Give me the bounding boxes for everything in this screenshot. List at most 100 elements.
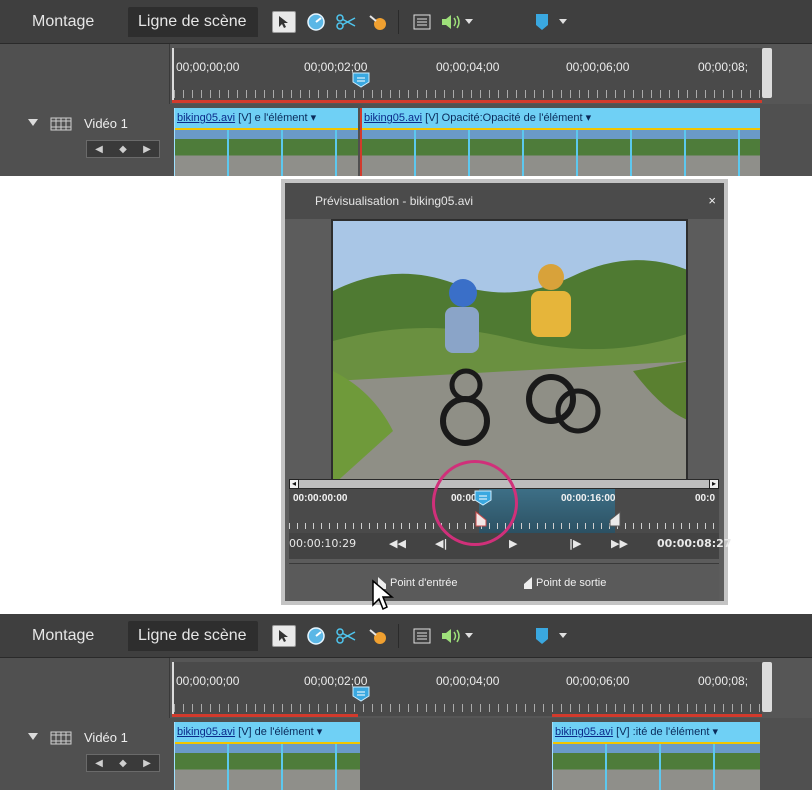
ruler-header-spacer xyxy=(0,658,170,718)
collapse-track-icon[interactable] xyxy=(28,733,38,741)
current-time: 00:00:10:29 xyxy=(289,537,357,550)
clip-filename[interactable]: biking05.avi xyxy=(177,726,235,738)
razor-scissors-icon[interactable] xyxy=(334,11,358,33)
keyframe-navigator: ◀ ◆ ▶ xyxy=(86,754,160,772)
timecode-mid: 00:00:16:00 xyxy=(561,493,616,504)
marker-icon[interactable] xyxy=(530,625,554,647)
dialog-title: Prévisualisation - biking05.avi xyxy=(315,194,474,208)
clip-type: [V] xyxy=(238,726,252,738)
track-header: Vidéo 1 ◀ ◆ ▶ xyxy=(0,718,170,790)
next-keyframe-icon[interactable]: ▶ xyxy=(135,755,159,771)
scroll-right-icon[interactable]: ▸ xyxy=(709,479,719,489)
clip-thumbnails xyxy=(175,130,358,176)
ruler-scroll-handle[interactable] xyxy=(762,662,772,712)
timecode-label: 00;00;06;00 xyxy=(566,60,630,74)
smart-fix-icon[interactable] xyxy=(366,625,390,647)
toolbar-separator xyxy=(398,10,399,34)
step-forward-icon[interactable]: |▶ xyxy=(569,537,581,550)
add-keyframe-icon[interactable]: ◆ xyxy=(111,141,135,157)
timeline-panel-bottom: Montage Ligne de scène 00;00;00;00 00;00… xyxy=(0,614,812,790)
timeline-clip[interactable]: biking05.avi [V] e l'élément ▾ xyxy=(174,108,358,176)
time-ruler[interactable]: 00;00;00;00 00;00;02;00 00;00;04;00 00;0… xyxy=(172,48,762,102)
fast-forward-icon[interactable]: ▶▶ xyxy=(611,537,628,550)
play-icon[interactable]: ▶ xyxy=(509,537,517,550)
audio-dropdown-chevron-icon[interactable] xyxy=(462,11,476,33)
ruler-ticks xyxy=(174,90,762,98)
effect-dropdown-chevron-icon[interactable]: ▾ xyxy=(712,726,718,738)
clip-thumbnails xyxy=(553,744,760,790)
out-point-icon xyxy=(524,577,532,589)
timeline-clip[interactable]: biking05.avi [V] Opacité:Opacité de l'él… xyxy=(360,108,760,176)
out-point-label: Point de sortie xyxy=(536,577,607,589)
rewind-icon[interactable]: ◀◀ xyxy=(389,537,406,550)
duration: 00:00:08:27 xyxy=(657,537,732,550)
timecode-label: 00;00;04;00 xyxy=(436,674,500,688)
set-out-point-button[interactable]: Point de sortie xyxy=(523,576,606,590)
clip-title-bar: biking05.avi [V] e l'élément ▾ xyxy=(175,108,358,128)
selection-tool-icon[interactable] xyxy=(272,11,296,33)
selection-tool-icon[interactable] xyxy=(272,625,296,647)
clip-thumbnails xyxy=(362,130,760,176)
toolbar-separator xyxy=(398,624,399,648)
marker-icon[interactable] xyxy=(530,11,554,33)
clip-effect-label: e l'élément xyxy=(254,112,308,124)
step-back-icon[interactable]: ◀| xyxy=(435,537,447,550)
add-keyframe-icon[interactable]: ◆ xyxy=(111,755,135,771)
in-out-bar: Point d'entrée Point de sortie xyxy=(289,563,719,601)
panel-tab-bar: Montage Ligne de scène xyxy=(0,0,812,44)
effect-dropdown-chevron-icon[interactable]: ▾ xyxy=(311,112,317,124)
timecode-end: 00:0 xyxy=(695,493,716,504)
time-stretch-icon[interactable] xyxy=(304,625,328,647)
clip-type: [V] xyxy=(238,112,252,124)
film-strip-icon xyxy=(50,731,72,745)
clip-filename[interactable]: biking05.avi xyxy=(555,726,613,738)
current-time-indicator-icon[interactable] xyxy=(352,72,370,88)
time-stretch-icon[interactable] xyxy=(304,11,328,33)
out-point-marker-icon[interactable] xyxy=(609,511,621,527)
current-time-indicator-icon[interactable] xyxy=(352,686,370,702)
video-track-row: Vidéo 1 ◀ ◆ ▶ biking05.avi [V] e l'éléme… xyxy=(0,104,812,176)
time-ruler[interactable]: 00;00;00;00 00;00;02;00 00;00;04;00 00;0… xyxy=(172,662,762,716)
clip-filename[interactable]: biking05.avi xyxy=(177,112,235,124)
smart-fix-icon[interactable] xyxy=(366,11,390,33)
tab-ligne-de-scene[interactable]: Ligne de scène xyxy=(128,621,258,651)
audio-dropdown-chevron-icon[interactable] xyxy=(462,625,476,647)
preview-dialog: Prévisualisation - biking05.avi × ◂ ▸ 00… xyxy=(281,179,732,605)
timeline-clip[interactable]: biking05.avi [V] :ité de l'élément ▾ xyxy=(552,722,760,790)
properties-list-icon[interactable] xyxy=(410,11,434,33)
ruler-scroll-handle[interactable] xyxy=(762,48,772,98)
previous-keyframe-icon[interactable]: ◀ xyxy=(87,755,111,771)
tab-ligne-de-scene[interactable]: Ligne de scène xyxy=(128,7,258,37)
track-name: Vidéo 1 xyxy=(84,730,128,745)
clip-title-bar: biking05.avi [V] Opacité:Opacité de l'él… xyxy=(362,108,760,128)
dialog-title-bar: Prévisualisation - biking05.avi × xyxy=(285,183,724,219)
properties-list-icon[interactable] xyxy=(410,625,434,647)
marker-dropdown-chevron-icon[interactable] xyxy=(556,11,570,33)
work-area-bar xyxy=(172,714,358,717)
audio-volume-icon[interactable] xyxy=(440,11,464,33)
in-point-label: Point d'entrée xyxy=(390,577,458,589)
timecode-label: 00;00;00;00 xyxy=(176,60,240,74)
marker-dropdown-chevron-icon[interactable] xyxy=(556,625,570,647)
video-frame-image xyxy=(333,221,686,481)
collapse-track-icon[interactable] xyxy=(28,119,38,127)
clip-thumbnails xyxy=(175,744,360,790)
work-area-bar xyxy=(552,714,762,717)
razor-scissors-icon[interactable] xyxy=(334,625,358,647)
clip-title-bar: biking05.avi [V] de l'élément ▾ xyxy=(175,722,360,742)
effect-dropdown-chevron-icon[interactable]: ▾ xyxy=(317,726,323,738)
tab-montage[interactable]: Montage xyxy=(22,7,126,37)
previous-keyframe-icon[interactable]: ◀ xyxy=(87,141,111,157)
clip-effect-label: Opacité:Opacité de l'élément xyxy=(441,112,583,124)
track-name: Vidéo 1 xyxy=(84,116,128,131)
close-button[interactable]: × xyxy=(708,183,716,219)
tab-montage[interactable]: Montage xyxy=(22,621,126,651)
timeline-clip[interactable]: biking05.avi [V] de l'élément ▾ xyxy=(174,722,360,790)
effect-dropdown-chevron-icon[interactable]: ▾ xyxy=(586,112,592,124)
ruler-ticks xyxy=(174,704,762,712)
next-keyframe-icon[interactable]: ▶ xyxy=(135,141,159,157)
panel-tab-bar: Montage Ligne de scène xyxy=(0,614,812,658)
audio-volume-icon[interactable] xyxy=(440,625,464,647)
scroll-left-icon[interactable]: ◂ xyxy=(289,479,299,489)
clip-filename[interactable]: biking05.avi xyxy=(364,112,422,124)
